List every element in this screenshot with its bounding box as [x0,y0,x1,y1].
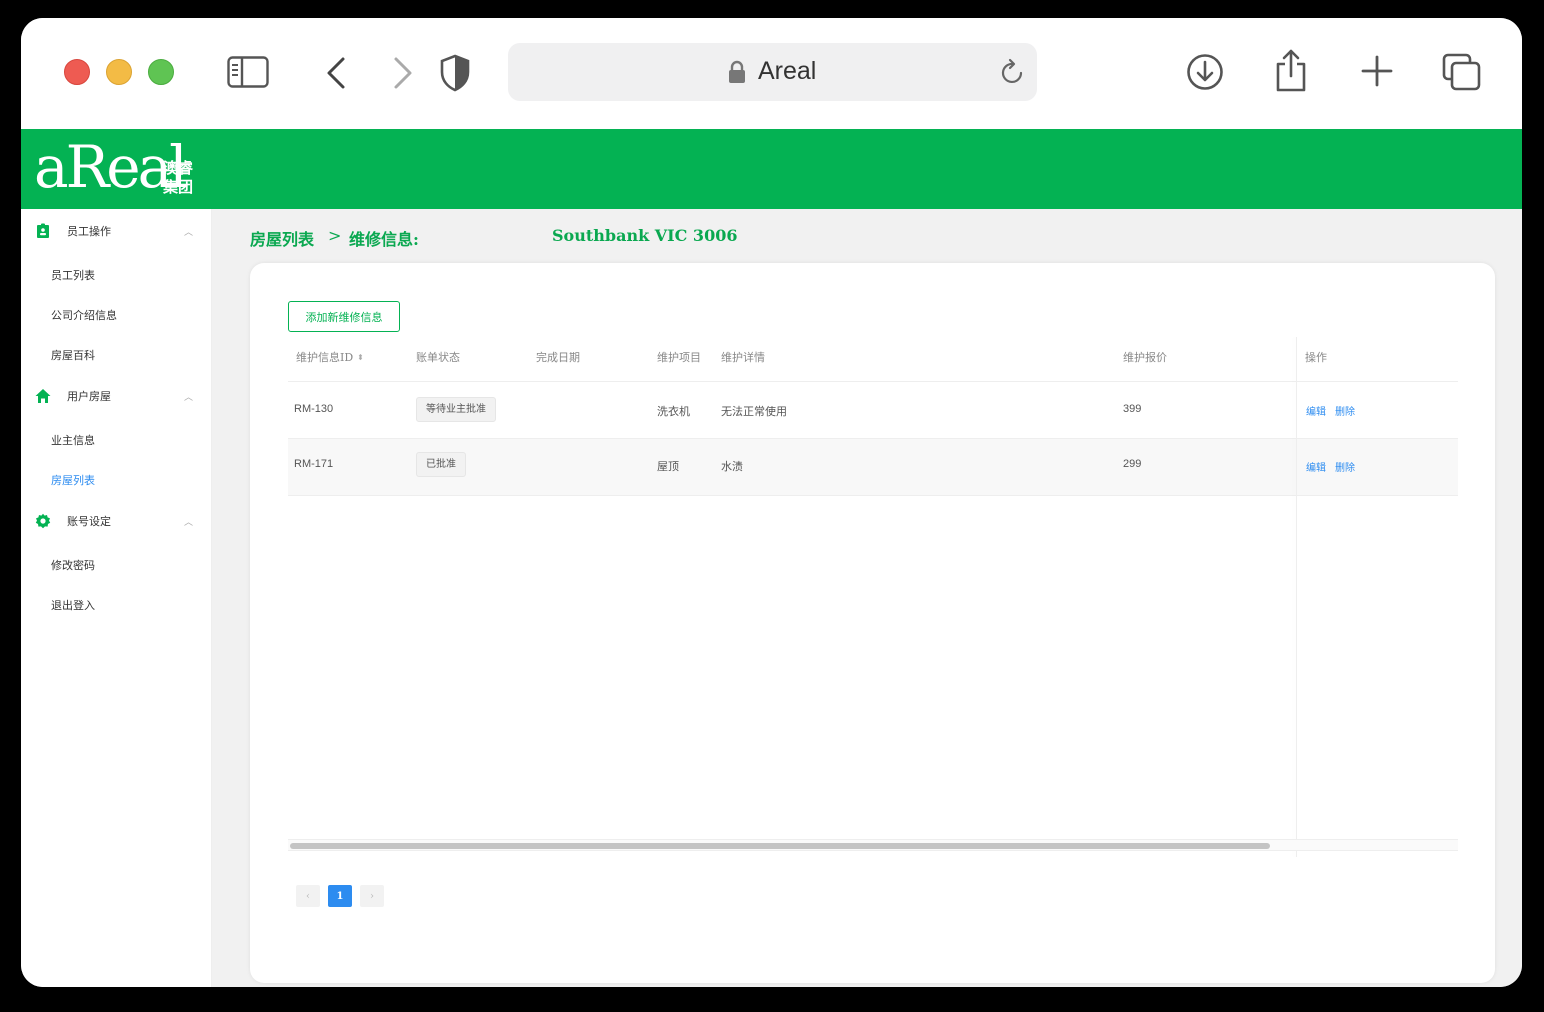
reload-icon[interactable] [1000,58,1026,86]
table-row: RM-171 已批准 屋顶 水渍 299 编辑 删除 [288,439,1458,495]
menu-group-label: 员工操作 [67,225,111,238]
share-icon[interactable] [1274,48,1308,92]
cell-detail: 水渍 [721,460,743,473]
delete-link[interactable]: 删除 [1335,459,1355,474]
fixed-column-border [1296,337,1297,857]
column-header-item: 维护项目 [657,351,701,364]
new-tab-icon[interactable] [1361,55,1393,87]
edit-link[interactable]: 编辑 [1306,403,1326,418]
sidebar-item-logout[interactable]: 退出登入 [51,597,95,613]
menu-group-label: 用户房屋 [67,390,111,403]
breadcrumb-separator: > [328,226,342,245]
column-header-detail: 维护详情 [721,351,765,364]
gear-icon [35,513,51,529]
chevron-up-icon: ︿ [184,517,194,528]
logo-cn-line1: 澳睿 [163,159,194,177]
main-content: 房屋列表 > 维修信息: Southbank VIC 3006 添加新维修信息 … [212,209,1522,987]
menu-group-label: 账号设定 [67,515,111,528]
table-row: RM-130 等待业主批准 洗衣机 无法正常使用 399 编辑 删除 [288,382,1458,438]
sidebar-item-staff-list[interactable]: 员工列表 [51,267,95,283]
pagination-prev[interactable]: ‹ [296,885,320,907]
cell-item: 屋顶 [657,460,679,473]
scrollbar-thumb[interactable] [290,843,1270,849]
app-header: aReal 澳睿 集团 [21,129,1522,209]
status-badge: 已批准 [416,452,466,477]
url-title: Areal [758,57,817,85]
breadcrumb-house-list[interactable]: 房屋列表 [250,226,314,250]
status-badge: 等待业主批准 [416,397,496,422]
sidebar-item-owner-info[interactable]: 业主信息 [51,432,95,448]
menu-group-staff[interactable]: 员工操作 ︿ [21,211,212,251]
cell-price: 299 [1123,458,1142,470]
sidebar-item-house-wiki[interactable]: 房屋百科 [51,347,95,363]
cell-detail: 无法正常使用 [721,405,787,418]
maintenance-table: 维护信息ID ⬍ 账单状态 完成日期 维护项目 维护详情 维护报价 操作 RM-1… [288,337,1458,857]
home-icon [35,388,51,404]
column-header-id-label: 维护信息ID [296,351,354,364]
logo-cn-line2: 集团 [163,178,194,196]
pagination-next[interactable]: › [360,885,384,907]
shield-icon[interactable] [439,54,471,92]
back-icon[interactable] [324,56,348,90]
chevron-up-icon: ︿ [184,392,194,403]
tabs-overview-icon[interactable] [1442,53,1482,91]
sort-icon[interactable]: ⬍ [357,353,364,362]
minimize-window-button[interactable] [106,59,132,85]
add-maintenance-button[interactable]: 添加新维修信息 [288,301,400,332]
breadcrumb-maintenance-info: 维修信息: [349,230,419,249]
column-header-status: 账单状态 [416,351,460,364]
column-header-done-date: 完成日期 [536,351,580,364]
cell-price: 399 [1123,403,1142,415]
menu-group-user-houses[interactable]: 用户房屋 ︿ [21,376,212,416]
cell-id: RM-130 [294,403,334,415]
address-bar[interactable]: Areal [508,43,1037,101]
browser-window: Areal aReal 澳睿 集团 员工操作 ︿ 员工列表 公司介绍信息 房屋百… [21,18,1522,987]
cell-id: RM-171 [294,458,334,470]
delete-link[interactable]: 删除 [1335,403,1355,418]
pagination-page-current[interactable]: 1 [328,885,352,907]
column-header-id[interactable]: 维护信息ID ⬍ [296,349,364,365]
download-icon[interactable] [1186,53,1224,91]
sidebar-item-house-list[interactable]: 房屋列表 [51,472,95,488]
browser-toolbar: Areal [21,18,1522,129]
sidebar-icon[interactable] [227,56,269,88]
forward-icon[interactable] [391,56,415,90]
menu-group-account[interactable]: 账号设定 ︿ [21,501,212,541]
lock-icon [728,60,746,84]
chevron-up-icon: ︿ [184,227,194,238]
badge-icon [35,223,51,239]
edit-link[interactable]: 编辑 [1306,459,1326,474]
row-divider [288,495,1458,496]
cell-item: 洗衣机 [657,405,690,418]
sidebar-item-change-password[interactable]: 修改密码 [51,557,95,573]
column-header-price: 维护报价 [1123,351,1167,364]
close-window-button[interactable] [64,59,90,85]
sidebar: 员工操作 ︿ 员工列表 公司介绍信息 房屋百科 用户房屋 ︿ 业主信息 房屋列表… [21,209,212,987]
zoom-window-button[interactable] [148,59,174,85]
horizontal-scrollbar[interactable] [288,839,1458,851]
content-card: 添加新维修信息 维护信息ID ⬍ 账单状态 完成日期 维护项目 维护详情 维护报价… [250,263,1495,983]
sidebar-item-company-info[interactable]: 公司介绍信息 [51,307,117,323]
property-address: Southbank VIC 3006 [552,226,738,245]
logo-cn: 澳睿 集团 [163,159,203,197]
column-header-actions: 操作 [1305,351,1327,364]
